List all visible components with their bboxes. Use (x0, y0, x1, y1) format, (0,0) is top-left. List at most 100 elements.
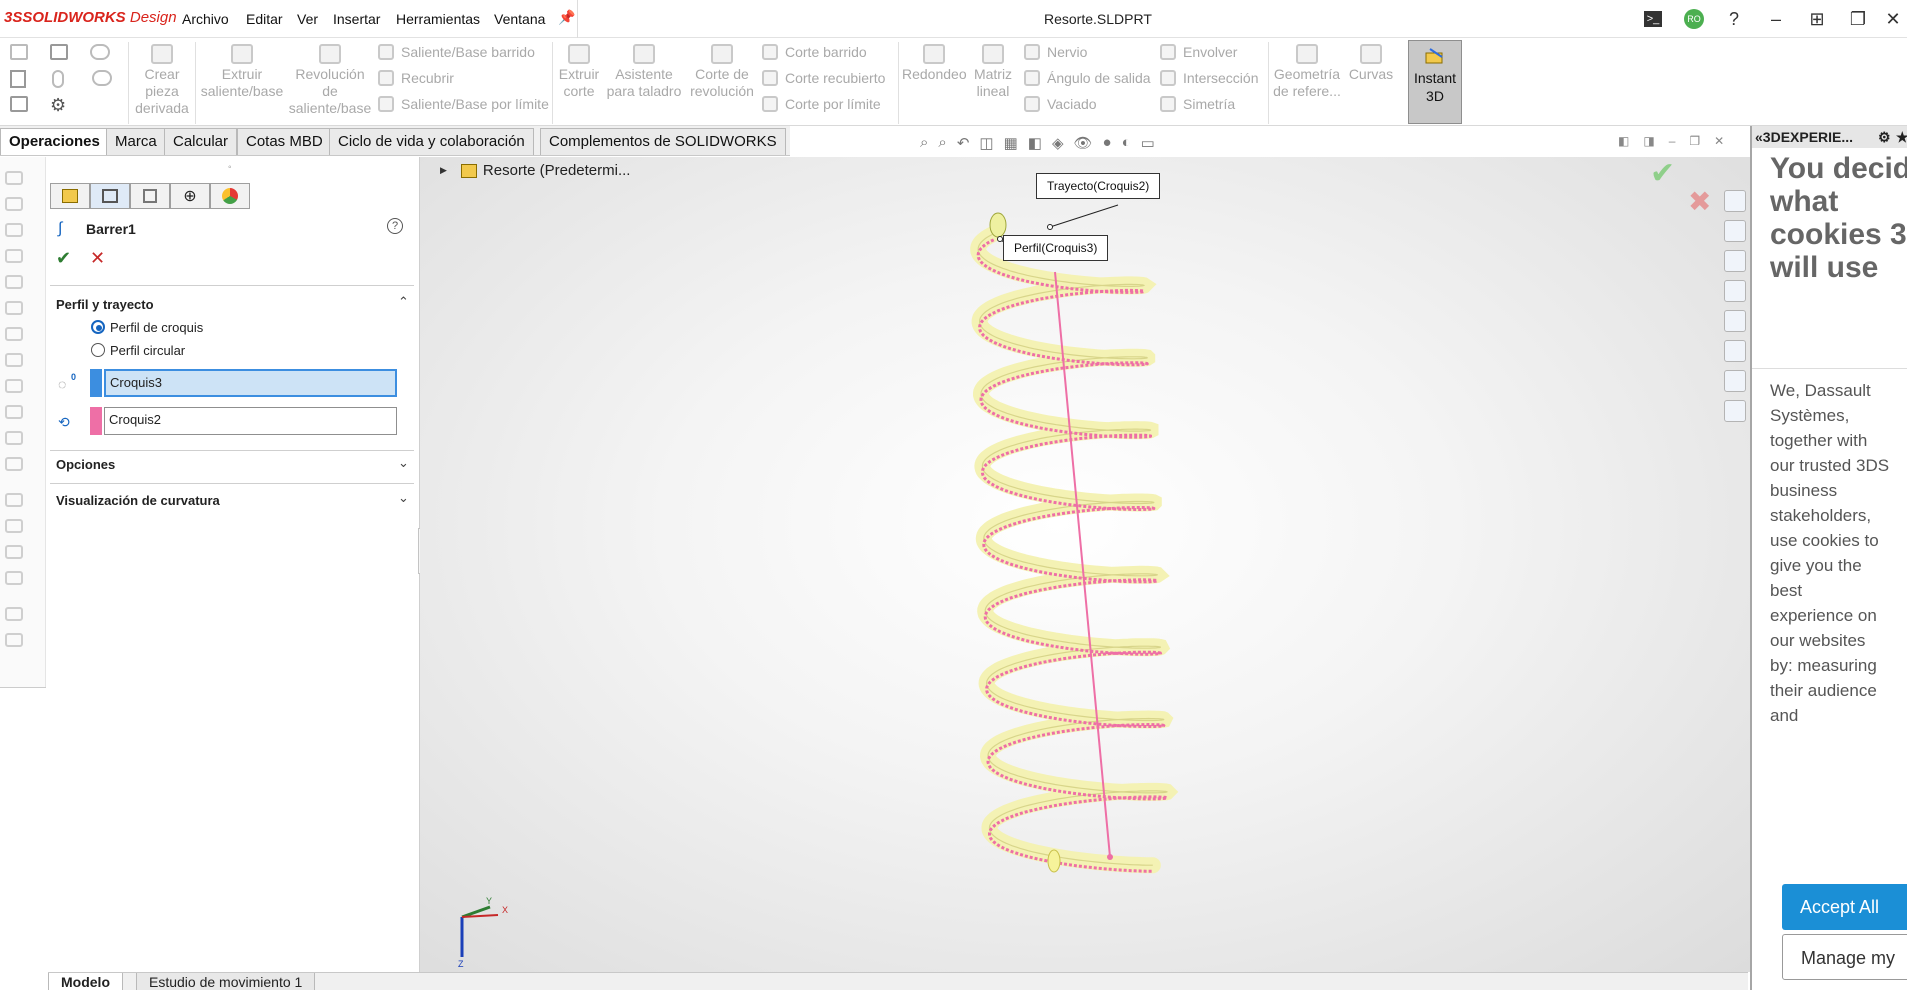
fillet-icon[interactable] (5, 353, 23, 367)
loft-icon[interactable] (5, 249, 23, 263)
crear-pieza-button[interactable]: Crear pieza derivada (134, 44, 190, 117)
callout-perfil[interactable]: Perfil(Croquis3) (1003, 235, 1109, 261)
spline-icon[interactable] (5, 633, 23, 647)
curve-icon[interactable] (5, 607, 23, 621)
viewport-split-icon[interactable]: ◨ (1643, 134, 1654, 148)
cookie-scrollbar[interactable] (1898, 380, 1904, 860)
custom-properties-icon[interactable] (1724, 340, 1746, 362)
corte-recubierto-button[interactable]: Corte recubierto (762, 70, 885, 86)
tab-ciclo-de-vida[interactable]: Ciclo de vida y colaboración (329, 128, 534, 155)
design-library-icon[interactable] (1724, 220, 1746, 242)
graphics-area[interactable]: X Y Z (420, 157, 1750, 972)
recubrir-button[interactable]: Recubrir (378, 70, 454, 86)
pin-icon[interactable]: 📌 (558, 9, 575, 26)
tab-cotas-mbd[interactable]: Cotas MBD (237, 128, 332, 155)
file-explorer-icon[interactable] (1724, 250, 1746, 272)
section-perfil-trayecto[interactable]: Perfil y trayecto (56, 297, 154, 312)
appearances-icon[interactable] (1724, 310, 1746, 332)
view-orientation-icon[interactable]: ◧ (1028, 134, 1042, 154)
appearance-icon[interactable]: ● (1103, 134, 1112, 154)
viewport-panel-icon[interactable]: ◧ (1618, 134, 1629, 148)
path-input[interactable]: Croquis2 (104, 407, 397, 435)
redo-icon[interactable] (92, 70, 112, 86)
help-icon[interactable]: ? (1721, 6, 1747, 32)
manage-cookies-button[interactable]: Manage my (1782, 934, 1907, 980)
redondeo-button[interactable]: Redondeo (902, 44, 967, 83)
tab-operaciones[interactable]: Operaciones (0, 128, 109, 155)
gear-icon[interactable]: ⚙ (50, 95, 66, 116)
expand-arrow-icon[interactable]: ▶ (440, 165, 447, 176)
resources-icon[interactable] (1724, 190, 1746, 212)
curvas-button[interactable]: Curvas (1346, 44, 1396, 83)
interseccion-button[interactable]: Intersección (1160, 70, 1258, 86)
asistente-taladro-button[interactable]: Asistente para taladro (604, 44, 684, 100)
revolve-icon[interactable] (5, 197, 23, 211)
spring-model[interactable]: X Y Z (420, 157, 1750, 972)
extruir-saliente-button[interactable]: Extruir saliente/base (200, 44, 284, 100)
rib-icon[interactable] (5, 431, 23, 445)
dynamic-annotation-icon[interactable]: ▦ (1004, 134, 1018, 154)
collapse-chevron-icon[interactable]: « (1755, 129, 1763, 145)
radio-perfil-croquis[interactable] (91, 320, 105, 334)
confirm-corner-ok-icon[interactable]: ✔ (1650, 156, 1675, 191)
cancel-button[interactable]: ✕ (90, 248, 105, 269)
settings-gear-icon[interactable]: ⚙ (1878, 126, 1891, 148)
save-icon[interactable] (50, 44, 68, 60)
zoom-to-fit-icon[interactable]: ⌕ (920, 134, 928, 154)
pin-star-icon[interactable]: ★ (1896, 126, 1907, 148)
hide-show-icon[interactable]: 👁 (1074, 134, 1093, 154)
restore-icon[interactable]: ❐ (1845, 6, 1871, 32)
ok-button[interactable]: ✔ (56, 248, 71, 269)
new-file-icon[interactable] (10, 70, 26, 88)
menu-ventana[interactable]: Ventana (494, 11, 545, 27)
simetria-button[interactable]: Simetría (1160, 96, 1235, 112)
envolver-button[interactable]: Envolver (1160, 44, 1237, 60)
shell-icon[interactable] (5, 493, 23, 507)
forum-icon[interactable] (1724, 370, 1746, 392)
viewport-restore-icon[interactable]: ❐ (1689, 134, 1700, 148)
open-icon[interactable] (10, 96, 28, 112)
feature-manager-tab[interactable] (50, 183, 90, 209)
draft-icon[interactable] (5, 457, 23, 471)
chevron-down-icon[interactable]: ⌄ (398, 455, 409, 471)
radio-perfil-circular[interactable] (91, 343, 105, 357)
vaciado-button[interactable]: Vaciado (1024, 96, 1097, 112)
confirm-corner-cancel-icon[interactable]: ✖ (1688, 185, 1711, 218)
display-manager-tab[interactable] (210, 183, 250, 209)
saliente-barrido-button[interactable]: Saliente/Base barrido (378, 44, 535, 60)
menu-editar[interactable]: Editar (246, 11, 283, 27)
pattern-icon[interactable] (5, 405, 23, 419)
dome-icon[interactable] (5, 545, 23, 559)
section-view-icon[interactable]: ◫ (979, 134, 993, 154)
callout-trayecto[interactable]: Trayecto(Croquis2) (1036, 173, 1161, 199)
splitter-handle[interactable]: ◦ (228, 162, 232, 173)
chamfer-icon[interactable] (5, 379, 23, 393)
feature-tree-flyout[interactable]: ▶ Resorte (Predetermi... (440, 162, 630, 179)
menu-herramientas[interactable]: Herramientas (396, 11, 480, 27)
chevron-down-icon[interactable]: ⌄ (398, 490, 409, 506)
nervio-button[interactable]: Nervio (1024, 44, 1087, 60)
terminal-icon[interactable]: >_ (1640, 6, 1666, 32)
revolucion-saliente-button[interactable]: Revolución de saliente/base (286, 44, 374, 117)
angulo-salida-button[interactable]: Ángulo de salida (1024, 70, 1151, 86)
accept-all-button[interactable]: Accept All (1782, 884, 1907, 930)
scene-icon[interactable]: ◐ (1122, 134, 1131, 154)
minimize-icon[interactable]: – (1763, 6, 1789, 32)
home-icon[interactable] (10, 44, 28, 60)
geometria-referencia-button[interactable]: Geometría de refere... (1272, 44, 1342, 100)
tab-complementos[interactable]: Complementos de SOLIDWORKS (540, 128, 786, 155)
menu-archivo[interactable]: Archivo (182, 11, 229, 27)
cut-icon[interactable] (5, 301, 23, 315)
user-avatar[interactable]: RO (1681, 6, 1707, 32)
tab-marca[interactable]: Marca (106, 128, 166, 155)
menu-insertar[interactable]: Insertar (333, 11, 380, 27)
view-settings-icon[interactable]: ▭ (1141, 134, 1155, 154)
reference-icon[interactable] (5, 571, 23, 585)
corte-barrido-button[interactable]: Corte barrido (762, 44, 867, 60)
menu-ver[interactable]: Ver (297, 11, 318, 27)
extrude-icon[interactable] (5, 171, 23, 185)
3d-content-icon[interactable] (1724, 400, 1746, 422)
viewport-close-icon[interactable]: ✕ (1714, 134, 1724, 148)
sweep-icon[interactable] (5, 223, 23, 237)
app-logo[interactable]: 3SSOLIDWORKS Design (4, 9, 177, 26)
